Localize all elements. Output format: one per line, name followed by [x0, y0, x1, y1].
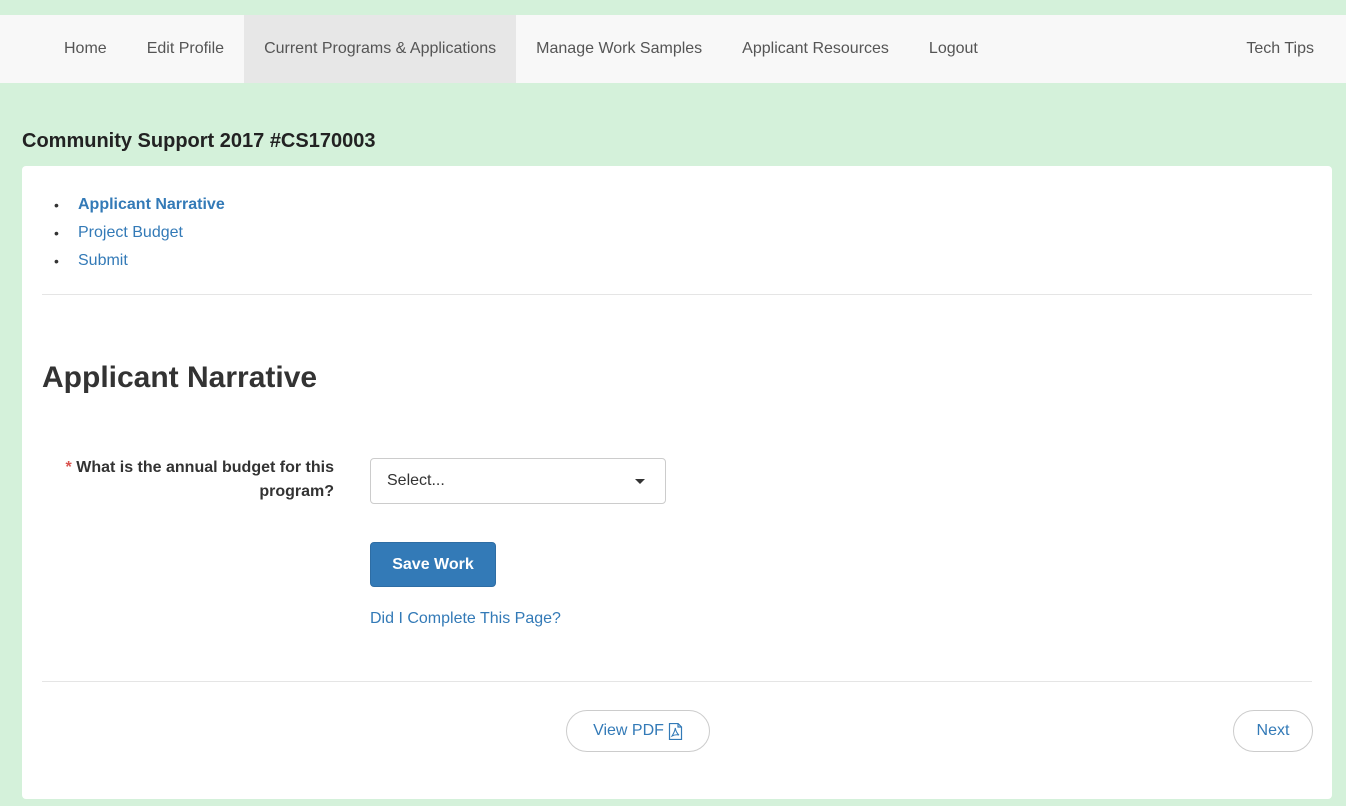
budget-question-text: What is the annual budget for this progr… [76, 459, 334, 500]
nav-edit-profile[interactable]: Edit Profile [127, 15, 244, 83]
divider [42, 294, 1312, 295]
nav-logout[interactable]: Logout [909, 15, 998, 83]
nav-tech-tips[interactable]: Tech Tips [1226, 15, 1346, 83]
annual-budget-select-value: Select... [387, 472, 445, 489]
section-link-submit[interactable]: Submit [78, 252, 128, 269]
section-nav-list: Applicant Narrative Project Budget Submi… [52, 191, 225, 275]
section-link-project-budget[interactable]: Project Budget [78, 224, 183, 241]
section-item-project-budget: Project Budget [52, 219, 225, 247]
section-item-submit: Submit [52, 247, 225, 275]
pdf-file-icon [668, 722, 683, 740]
did-i-complete-link[interactable]: Did I Complete This Page? [370, 610, 561, 628]
section-link-applicant-narrative[interactable]: Applicant Narrative [78, 196, 225, 213]
next-button[interactable]: Next [1233, 710, 1313, 752]
view-pdf-button[interactable]: View PDF [566, 710, 710, 752]
section-item-applicant-narrative: Applicant Narrative [52, 191, 225, 219]
divider [42, 681, 1312, 682]
view-pdf-label: View PDF [593, 722, 664, 739]
top-navbar: Home Edit Profile Current Programs & App… [0, 15, 1346, 83]
nav-applicant-resources[interactable]: Applicant Resources [722, 15, 909, 83]
required-marker: * [65, 459, 72, 476]
nav-manage-work-samples[interactable]: Manage Work Samples [516, 15, 722, 83]
save-work-button[interactable]: Save Work [370, 542, 496, 587]
annual-budget-select[interactable]: Select... [370, 458, 666, 504]
budget-question-label: * What is the annual budget for this pro… [42, 456, 334, 504]
application-panel: Applicant Narrative Project Budget Submi… [22, 166, 1332, 799]
nav-home[interactable]: Home [44, 15, 127, 83]
caret-down-icon [635, 478, 645, 484]
page-heading: Applicant Narrative [42, 361, 318, 394]
program-title: Community Support 2017 #CS170003 [22, 130, 376, 152]
nav-current-programs[interactable]: Current Programs & Applications [244, 15, 517, 83]
